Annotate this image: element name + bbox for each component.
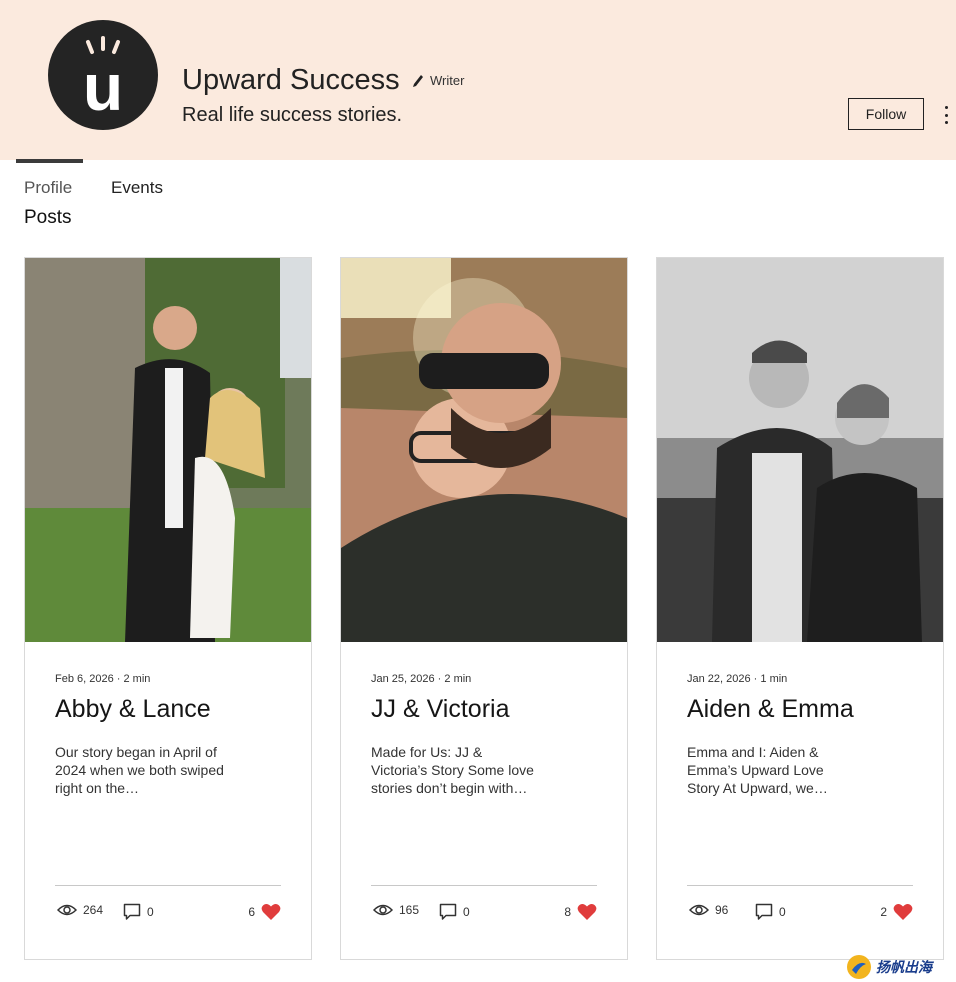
profile-tagline: Real life success stories. (182, 104, 403, 126)
post-cover-image[interactable] (25, 258, 311, 642)
post-title[interactable]: JJ & Victoria (371, 695, 509, 724)
views-count: 165 (399, 903, 420, 917)
tab-events[interactable]: Events (111, 178, 163, 198)
heart-icon[interactable] (261, 903, 281, 921)
logo-graphic: u (83, 36, 123, 124)
post-cover-image[interactable] (657, 258, 943, 642)
watermark: 扬帆出海 (846, 954, 932, 980)
comment-icon[interactable] (439, 903, 457, 921)
comment-icon[interactable] (755, 903, 773, 921)
tab-profile[interactable]: Profile (24, 178, 72, 198)
active-tab-indicator (16, 159, 83, 163)
post-read-time: 2 min (123, 673, 151, 685)
likes-count: 6 (248, 905, 255, 919)
post-read-time: 1 min (760, 673, 788, 685)
section-title: Posts (24, 207, 72, 228)
watermark-text: 扬帆出海 (876, 959, 932, 975)
likes-stat[interactable]: 8 (564, 903, 597, 921)
views-stat: 264 (57, 903, 103, 917)
more-vertical-icon[interactable] (936, 104, 956, 126)
eye-icon (57, 904, 77, 916)
post-date: Jan 25, 2026 (371, 673, 435, 685)
likes-count: 8 (564, 905, 571, 919)
comments-stat[interactable]: 0 (755, 903, 786, 921)
post-meta: Jan 22, 2026 · 1 min (687, 673, 788, 685)
views-stat: 96 (689, 903, 728, 917)
profile-logo: u (48, 20, 158, 130)
post-excerpt: Emma and I: Aiden & Emma’s Upward Love S… (687, 744, 828, 796)
views-count: 264 (83, 903, 104, 917)
heart-icon[interactable] (893, 903, 913, 921)
comments-stat[interactable]: 0 (439, 903, 470, 921)
post-card[interactable]: Jan 22, 2026 · 1 min Aiden & Emma Emma a… (656, 257, 944, 960)
post-read-time: 2 min (444, 673, 472, 685)
role-label: Writer (430, 73, 465, 88)
post-meta: Jan 25, 2026 · 2 min (371, 673, 472, 685)
post-stats: 264 0 6 (57, 903, 281, 925)
post-cover-image[interactable] (341, 258, 627, 642)
views-count: 96 (715, 903, 729, 917)
watermark-logo-icon (847, 955, 871, 979)
eye-icon (373, 904, 393, 916)
heart-icon[interactable] (577, 903, 597, 921)
post-card[interactable]: Jan 25, 2026 · 2 min JJ & Victoria Made … (340, 257, 628, 960)
post-card[interactable]: Feb 6, 2026 · 2 min Abby & Lance Our sto… (24, 257, 312, 960)
comment-icon[interactable] (123, 903, 141, 921)
card-divider (687, 885, 913, 886)
post-title[interactable]: Abby & Lance (55, 695, 211, 724)
likes-stat[interactable]: 6 (248, 903, 281, 921)
eye-icon (689, 904, 709, 916)
post-stats: 96 0 2 (689, 903, 913, 925)
post-stats: 165 0 8 (373, 903, 597, 925)
post-excerpt: Our story began in April of 2024 when we… (55, 744, 224, 796)
likes-stat[interactable]: 2 (880, 903, 913, 921)
post-date: Jan 22, 2026 (687, 673, 751, 685)
logo-letter: u (83, 50, 123, 124)
post-date: Feb 6, 2026 (55, 673, 114, 685)
profile-title: Upward Success (182, 64, 400, 96)
card-divider (371, 885, 597, 886)
profile-header: u Upward Success Writer Real life succes… (0, 0, 956, 160)
post-meta: Feb 6, 2026 · 2 min (55, 673, 151, 685)
likes-count: 2 (880, 905, 887, 919)
card-divider (55, 885, 281, 886)
comments-count: 0 (147, 905, 154, 919)
role-badge: Writer (412, 73, 464, 88)
follow-button[interactable]: Follow (848, 98, 924, 130)
post-excerpt: Made for Us: JJ & Victoria’s Story Some … (371, 744, 534, 796)
comments-count: 0 (463, 905, 470, 919)
post-title[interactable]: Aiden & Emma (687, 695, 854, 724)
comments-stat[interactable]: 0 (123, 903, 154, 921)
pen-icon (413, 74, 423, 87)
comments-count: 0 (779, 905, 786, 919)
views-stat: 165 (373, 903, 419, 917)
